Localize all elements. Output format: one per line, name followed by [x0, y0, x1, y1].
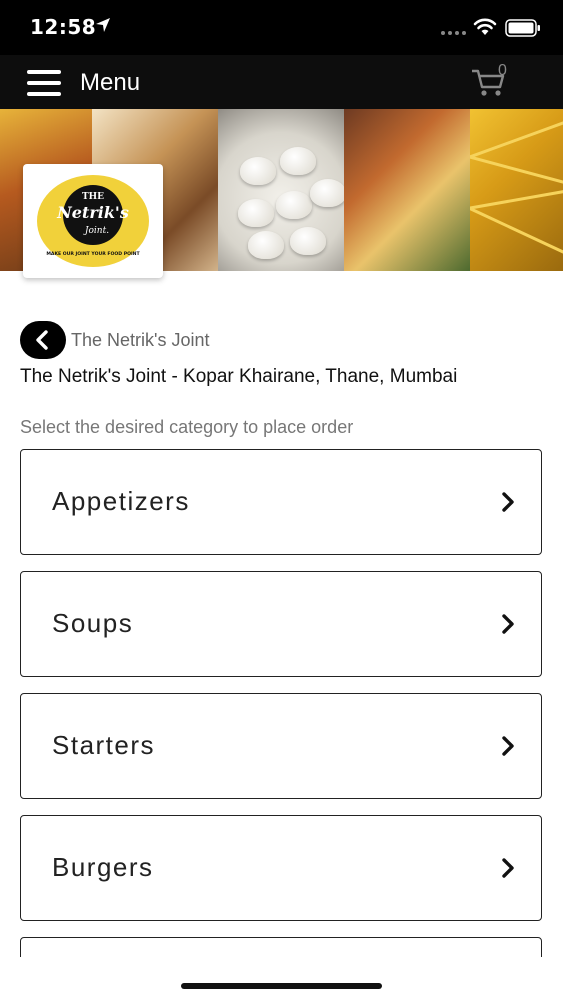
chevron-right-icon	[502, 492, 514, 512]
battery-icon	[505, 19, 540, 37]
category-list: Appetizers Soups Starters Burgers	[20, 449, 542, 957]
logo-text-top: THE	[82, 192, 104, 202]
wifi-icon	[473, 18, 497, 35]
chevron-right-icon	[502, 858, 514, 878]
category-hint-text: Select the desired category to place ord…	[20, 417, 354, 437]
hamburger-menu-icon[interactable]	[27, 70, 61, 96]
category-label: Burgers	[52, 852, 154, 882]
restaurant-logo: THE Netrik's Joint. MAKE OUR JOINT YOUR …	[23, 164, 163, 278]
category-label: Appetizers	[52, 486, 190, 516]
chevron-left-icon	[36, 330, 48, 350]
cart-count-badge: 0	[498, 62, 507, 79]
netriks-logo-icon: THE Netrik's Joint. MAKE OUR JOINT YOUR …	[37, 175, 149, 267]
banner-tile-platter	[344, 109, 470, 271]
category-item-starters[interactable]: Starters	[20, 693, 542, 799]
category-item-burgers[interactable]: Burgers	[20, 815, 542, 921]
location-arrow-icon	[96, 18, 110, 32]
category-item-appetizers[interactable]: Appetizers	[20, 449, 542, 555]
category-item-partial[interactable]	[20, 937, 542, 957]
logo-text-main: Netrik's	[56, 203, 129, 222]
cellular-signal-icon	[441, 31, 466, 35]
status-time: 12:58	[30, 15, 97, 39]
logo-text-bottom: Joint.	[83, 226, 109, 236]
chevron-right-icon	[502, 736, 514, 756]
restaurant-short-name: The Netrik's Joint	[71, 330, 210, 350]
nav-bar: Menu 0	[0, 55, 563, 109]
home-indicator[interactable]	[181, 983, 382, 989]
logo-tagline: MAKE OUR JOINT YOUR FOOD POINT	[46, 251, 140, 257]
restaurant-full-name: The Netrik's Joint - Kopar Khairane, Tha…	[20, 366, 458, 387]
chevron-right-icon	[502, 614, 514, 634]
banner-tile-noodles	[470, 109, 563, 271]
category-item-soups[interactable]: Soups	[20, 571, 542, 677]
banner-tile-momos	[218, 109, 344, 271]
status-bar: 12:58	[0, 0, 563, 55]
category-label: Soups	[52, 608, 134, 638]
nav-title: Menu	[80, 69, 141, 96]
category-label: Starters	[52, 730, 156, 760]
back-button[interactable]	[20, 321, 66, 359]
